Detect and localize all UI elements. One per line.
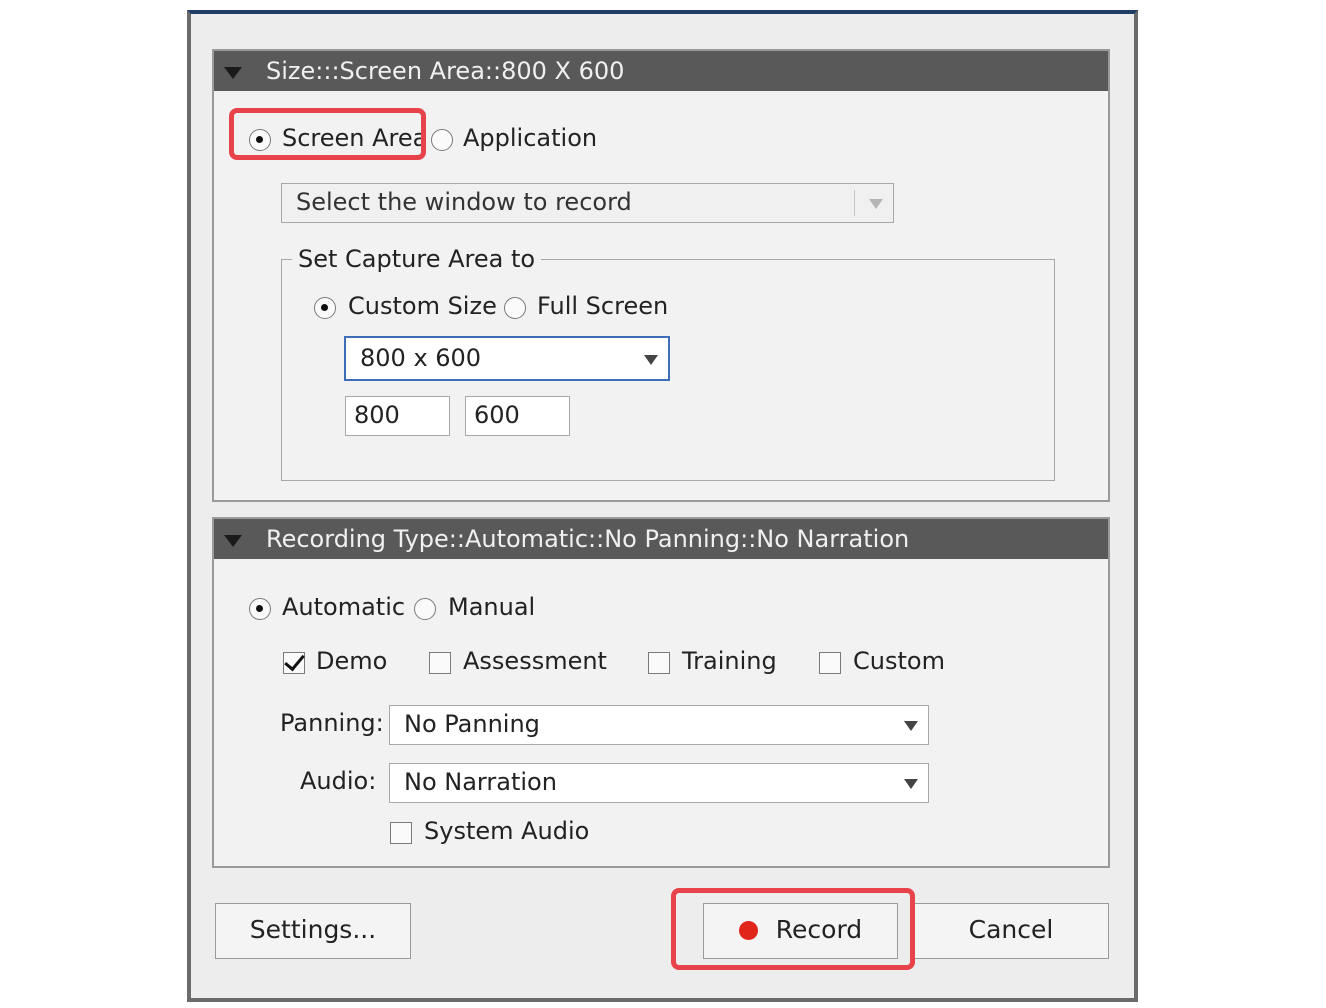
recording-type-panel: Recording Type::Automatic::No Panning::N… (212, 517, 1110, 868)
collapse-triangle-icon[interactable] (224, 535, 242, 547)
collapse-triangle-icon[interactable] (224, 67, 242, 79)
size-panel-title: Size:::Screen Area::800 X 600 (266, 57, 625, 85)
record-highlight (671, 888, 915, 970)
training-label[interactable]: Training (682, 646, 777, 676)
recording-panel-title: Recording Type::Automatic::No Panning::N… (266, 525, 910, 553)
width-input[interactable]: 800 (345, 396, 450, 436)
custom-label[interactable]: Custom (853, 646, 945, 676)
automatic-radio[interactable] (249, 598, 271, 620)
chevron-down-icon[interactable] (644, 355, 658, 365)
automatic-label[interactable]: Automatic (282, 592, 405, 622)
panning-label: Panning: (280, 709, 384, 737)
demo-label[interactable]: Demo (316, 646, 387, 676)
chevron-down-icon[interactable] (904, 721, 918, 731)
full-screen-label[interactable]: Full Screen (537, 291, 668, 321)
custom-size-label[interactable]: Custom Size (348, 291, 497, 321)
audio-label: Audio: (300, 767, 377, 795)
assessment-checkbox[interactable] (429, 652, 451, 674)
size-preset-dropdown[interactable]: 800 x 600 (344, 336, 670, 381)
custom-checkbox[interactable] (819, 652, 841, 674)
training-checkbox[interactable] (648, 652, 670, 674)
system-audio-label[interactable]: System Audio (424, 816, 589, 846)
window-select-text: Select the window to record (296, 188, 632, 216)
demo-checkbox[interactable] (283, 652, 305, 674)
system-audio-checkbox[interactable] (390, 822, 412, 844)
window-select-dropdown[interactable]: Select the window to record (281, 183, 894, 223)
size-preset-value: 800 x 600 (360, 344, 482, 372)
recording-panel-header[interactable]: Recording Type::Automatic::No Panning::N… (214, 519, 1108, 559)
height-input[interactable]: 600 (465, 396, 570, 436)
chevron-down-icon[interactable] (869, 199, 883, 209)
audio-value: No Narration (404, 768, 557, 796)
assessment-label[interactable]: Assessment (463, 646, 607, 676)
screen-area-highlight (229, 108, 426, 160)
settings-button[interactable]: Settings... (215, 903, 411, 959)
panning-value: No Panning (404, 710, 540, 738)
application-radio[interactable] (431, 129, 453, 151)
chevron-down-icon[interactable] (904, 779, 918, 789)
dropdown-separator (854, 190, 855, 216)
cancel-button[interactable]: Cancel (913, 903, 1109, 959)
panning-dropdown[interactable]: No Panning (389, 705, 929, 745)
capture-area-group-label: Set Capture Area to (292, 244, 542, 274)
audio-dropdown[interactable]: No Narration (389, 763, 929, 803)
full-screen-radio[interactable] (504, 297, 526, 319)
manual-label[interactable]: Manual (448, 592, 535, 622)
manual-radio[interactable] (414, 598, 436, 620)
size-panel-header[interactable]: Size:::Screen Area::800 X 600 (214, 51, 1108, 91)
application-label[interactable]: Application (463, 123, 597, 153)
custom-size-radio[interactable] (314, 297, 336, 319)
